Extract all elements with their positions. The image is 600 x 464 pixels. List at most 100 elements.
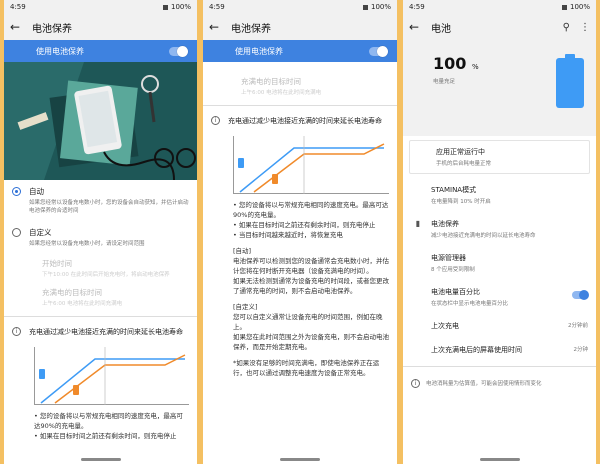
item-value: 2分钟 (573, 347, 589, 353)
custom-paragraph-2: 如果您在此时间范围之外为设备充电，则不会启动电池保养，而是开始定期充电。 (233, 333, 389, 351)
custom-sub: 如果您经常以设备充电数小时，请设定时间范围 (29, 241, 145, 247)
custom-title: 自定义 (29, 228, 52, 237)
info-block: i 充电通过减少电池接近充满的时间来延长电池寿命 (203, 110, 397, 132)
item-title: 上次充满电后的屏幕使用时间 (431, 346, 522, 354)
battery-percentage-toggle[interactable] (572, 290, 589, 300)
hero-illustration (4, 62, 197, 180)
item-sub: 减少电池接近充满电的时间以延长电池寿命 (431, 233, 536, 239)
auto-option[interactable]: 自动 如果您经常以设备充电数小时，您的设备会自动获知，并估计启动电池保养的合适时… (4, 180, 197, 221)
bullet-item: • 您的设备将以与常规充电相同的速度充电，最高可达90%的充电量。 (34, 412, 183, 430)
divider (4, 316, 197, 317)
auto-radio[interactable] (12, 187, 21, 196)
item-title: 电源管理器 (431, 254, 466, 262)
auto-explainer: [自动] 电池保养可以检测到您的设备通常会充电数小时，并估计您将在何时断开充电器… (203, 246, 397, 378)
end-time-row: 充满电的目标时间 上午6:00 电池将在此时间充满电 (203, 62, 397, 101)
card-sub: 手机的后台耗电量正常 (436, 161, 492, 167)
charge-curve-diagram (34, 347, 189, 405)
percent-unit: % (471, 63, 479, 71)
battery-summary: 100 % 电量充足 (403, 40, 596, 136)
list-item-last-charge: 上次充电 2分钟前 (403, 314, 596, 338)
app-status-card[interactable]: 应用正常运行中 手机的后台耗电量正常 (409, 140, 590, 174)
item-sub: 在电量降到 10% 时开启 (431, 199, 491, 205)
list-item-battery-care[interactable]: ▮ 电池保养减少电池接近充满电的时间以延长电池寿命 (403, 212, 596, 246)
back-arrow-icon[interactable]: ← (209, 20, 231, 34)
use-battery-care-row[interactable]: 使用电池保养 (203, 40, 397, 62)
use-battery-care-label: 使用电池保养 (36, 46, 84, 56)
status-bar: 4:59 100% (4, 0, 197, 14)
custom-radio[interactable] (12, 228, 21, 237)
item-title: 上次充电 (431, 322, 459, 330)
nav-handle[interactable] (479, 458, 520, 461)
custom-heading: [自定义] (233, 303, 258, 311)
item-title: 电池保养 (431, 220, 459, 228)
app-bar: ← 电池 ⚲ ⋮ (403, 14, 596, 40)
bullet-item: • 如果在目标时间之前还有剩余时间，则充电停止 (233, 221, 376, 229)
battery-icon (556, 54, 584, 108)
item-title: 电池电量百分比 (431, 288, 480, 296)
back-arrow-icon[interactable]: ← (10, 20, 32, 34)
charge-curve-diagram (233, 136, 389, 194)
status-bar: 4:59 100% (203, 0, 397, 14)
bullet-list: • 您的设备将以与常规充电相同的速度充电。最高可达90%的充电量。 • 如果在目… (203, 198, 397, 240)
screen-battery-care-1: 4:59 100% ← 电池保养 使用电池保养 自动 如果您经常以设备充电数小时… (4, 0, 197, 464)
info-text: 充电通过减少电池接近充满的时间来延长电池寿命 (29, 328, 183, 336)
page-title: 电池保养 (32, 23, 72, 35)
back-arrow-icon[interactable]: ← (409, 20, 431, 34)
nav-handle[interactable] (280, 458, 320, 461)
app-bar: ← 电池保养 (4, 14, 197, 40)
list-item-stamina[interactable]: STAMINA模式在电量降到 10% 时开启 (403, 178, 596, 212)
bullet-list: • 您的设备将以与常规充电相同的速度充电，最高可达90%的充电量。 • 如果在目… (4, 409, 197, 441)
end-time-title: 充满电的目标时间 (42, 288, 102, 297)
item-title: STAMINA模式 (431, 186, 477, 194)
status-time: 4:59 (209, 3, 225, 11)
percent-value: 100 (433, 54, 467, 73)
item-sub: 在状态栏中显示电池电量百分比 (431, 301, 509, 307)
divider (203, 105, 397, 106)
start-time-sub: 下午10:00 在此时间后开始充电时，将启动电池保养 (42, 272, 170, 278)
info-icon: i (12, 327, 21, 336)
charge-curve-svg (39, 347, 186, 405)
battery-percent: 100 % (433, 54, 479, 73)
footer-note: i 电池消耗量为估算值，可能会因使用情形而变化 (403, 371, 596, 396)
status-bar: 4:59 100% (403, 0, 596, 14)
divider (403, 366, 596, 367)
signal-icon (162, 4, 168, 10)
use-battery-care-row[interactable]: 使用电池保养 (4, 40, 197, 62)
list-item-battery-percentage[interactable]: 电池电量百分比在状态栏中显示电池电量百分比 (403, 280, 596, 314)
bullet-item: • 您的设备将以与常规充电相同的速度充电。最高可达90%的充电量。 (233, 201, 389, 219)
nav-handle[interactable] (80, 458, 121, 461)
search-icon[interactable]: ⚲ (563, 22, 570, 33)
bullet-item: • 如果在目标时间之前还有剩余时间，则充电停止 (34, 432, 177, 440)
custom-paragraph: 您可以自定义通常让设备充电的时间范围，例如在晚上。 (233, 313, 383, 331)
auto-paragraph-2: 如果无法检测到通常为设备充电的时间段，或者您更改了通常充电的时间，则不会启动电池… (233, 277, 389, 295)
signal-icon (561, 4, 567, 10)
battery-care-toggle[interactable] (169, 45, 188, 57)
footnote: *如果没有足够的时间充满电，即使电池保养正在运行，也可以通过调整充电速度为设备正… (233, 359, 380, 377)
list-item-screen-time: 上次充满电后的屏幕使用时间 2分钟 (403, 338, 596, 362)
list-item-power-manager[interactable]: 电源管理器 8 个应用受到限制 (403, 246, 596, 280)
footer-text: 电池消耗量为估算值，可能会因使用情形而变化 (426, 381, 542, 387)
battery-care-icon: ▮ (415, 219, 421, 228)
end-time-title: 充满电的目标时间 (241, 77, 301, 86)
status-battery: 100% (170, 3, 191, 11)
use-battery-care-label: 使用电池保养 (235, 46, 283, 56)
card-title: 应用正常运行中 (436, 148, 485, 156)
start-time-title: 开始时间 (42, 259, 72, 268)
info-block: i 充电通过减少电池接近充满的时间来延长电池寿命 (4, 321, 197, 343)
info-icon: i (211, 116, 220, 125)
info-icon: i (411, 379, 420, 388)
custom-option[interactable]: 自定义 如果您经常以设备充电数小时，请设定时间范围 (4, 221, 197, 254)
battery-care-toggle[interactable] (369, 45, 388, 57)
item-value: 2分钟前 (568, 323, 588, 329)
start-time-row: 开始时间 下午10:00 在此时间后开始充电时，将启动电池保养 (4, 254, 197, 283)
charge-curve-svg (238, 136, 385, 194)
status-battery: 100% (370, 3, 391, 11)
status-time: 4:59 (10, 3, 26, 11)
screen-battery-care-2: 4:59 100% ← 电池保养 使用电池保养 充满电的目标时间 上午6:00 … (203, 0, 397, 464)
status-time: 4:59 (409, 3, 425, 11)
more-options-icon[interactable]: ⋮ (580, 22, 590, 33)
auto-sub: 如果您经常以设备充电数小时，您的设备会自动获知，并估计启动电池保养的合适时间 (29, 200, 189, 214)
screen-battery: 4:59 100% ← 电池 ⚲ ⋮ 100 % 电量充足 应用正常运行中 手机… (403, 0, 596, 464)
page-title: 电池保养 (231, 23, 271, 35)
phone-charging-illustration (4, 62, 197, 180)
